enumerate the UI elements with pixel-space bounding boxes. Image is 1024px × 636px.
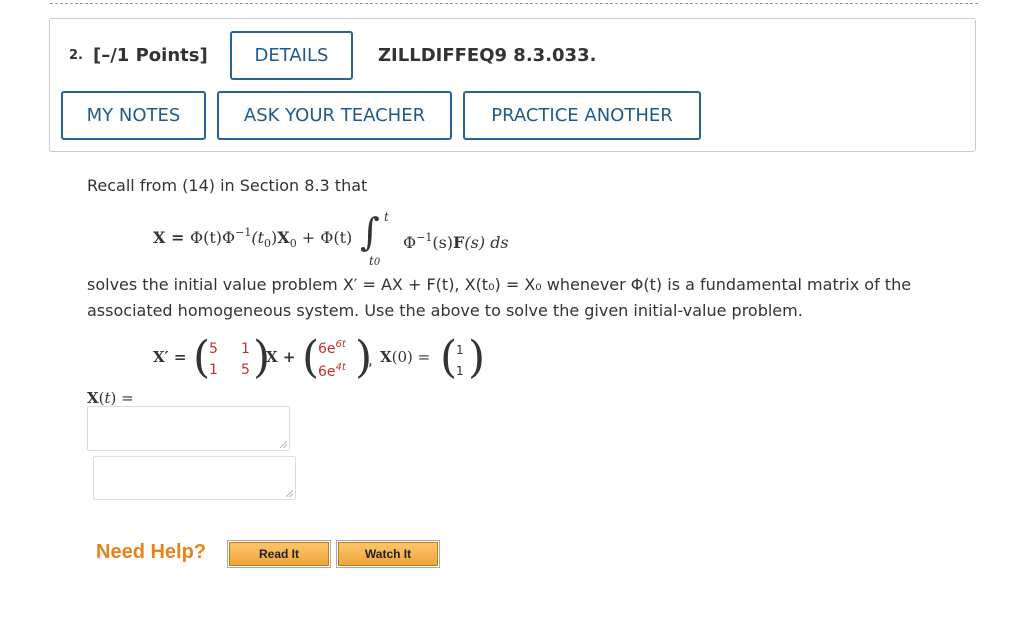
ask-teacher-button[interactable]: ASK YOUR TEACHER	[217, 91, 452, 140]
comma: ,	[368, 351, 373, 369]
vector-x0-top: 1	[456, 343, 464, 357]
answer-input-2[interactable]	[93, 456, 296, 500]
matrix-a-11: 5	[209, 341, 218, 357]
x0-label: X(0) =	[380, 348, 431, 366]
solves-text-line2: associated homogeneous system. Use the a…	[87, 301, 803, 320]
vector-x0-rparen: )	[468, 332, 486, 383]
details-button[interactable]: DETAILS	[230, 31, 353, 80]
watch-it-button[interactable]: Watch It	[336, 540, 440, 568]
answer-label: X(t) =	[87, 389, 134, 407]
read-it-button[interactable]: Read It	[227, 540, 331, 568]
watch-it-label: Watch It	[364, 547, 412, 561]
integral-lower: t0	[369, 254, 381, 268]
integrand: Φ−1(s)F(s) ds	[403, 231, 509, 252]
integral-upper: t	[384, 210, 389, 224]
recall-text: Recall from (14) in Section 8.3 that	[87, 176, 368, 195]
question-points: [–/1 Points]	[93, 45, 208, 66]
my-notes-button[interactable]: MY NOTES	[61, 91, 206, 140]
resize-grip-icon[interactable]	[286, 490, 293, 497]
vector-x0-bottom: 1	[456, 364, 464, 378]
details-label: DETAILS	[254, 45, 329, 66]
answer-input-1[interactable]	[87, 406, 290, 451]
problem-id: ZILLDIFFEQ9 8.3.033.	[378, 45, 597, 66]
question-number: 2.	[69, 48, 83, 63]
x-plus: X +	[266, 348, 296, 366]
integral-sign: ∫	[360, 210, 380, 254]
practice-label: PRACTICE ANOTHER	[491, 105, 673, 126]
vector-x0-lparen: (	[440, 332, 458, 383]
xprime-label: X′ =	[153, 348, 187, 366]
vector-f-lparen: (	[302, 332, 320, 383]
resize-grip-icon[interactable]	[280, 441, 287, 448]
vector-f-bottom: 6e4t	[318, 362, 346, 380]
need-help-label: Need Help?	[96, 541, 207, 563]
matrix-a-12: 1	[241, 341, 250, 357]
my-notes-label: MY NOTES	[86, 105, 181, 126]
read-it-label: Read It	[258, 547, 299, 561]
matrix-a-22: 5	[241, 362, 250, 378]
top-divider	[50, 3, 978, 4]
ask-teacher-label: ASK YOUR TEACHER	[243, 105, 426, 126]
vector-f-top: 6e6t	[318, 339, 346, 357]
solves-text-line1: solves the initial value problem X′ = AX…	[87, 275, 912, 294]
matrix-a-21: 1	[209, 362, 218, 378]
matrix-a-lparen: (	[193, 332, 211, 383]
variation-of-parameters-formula: X = Φ(t)Φ−1(t0)X0 + Φ(t)	[153, 226, 353, 250]
practice-another-button[interactable]: PRACTICE ANOTHER	[463, 91, 701, 140]
